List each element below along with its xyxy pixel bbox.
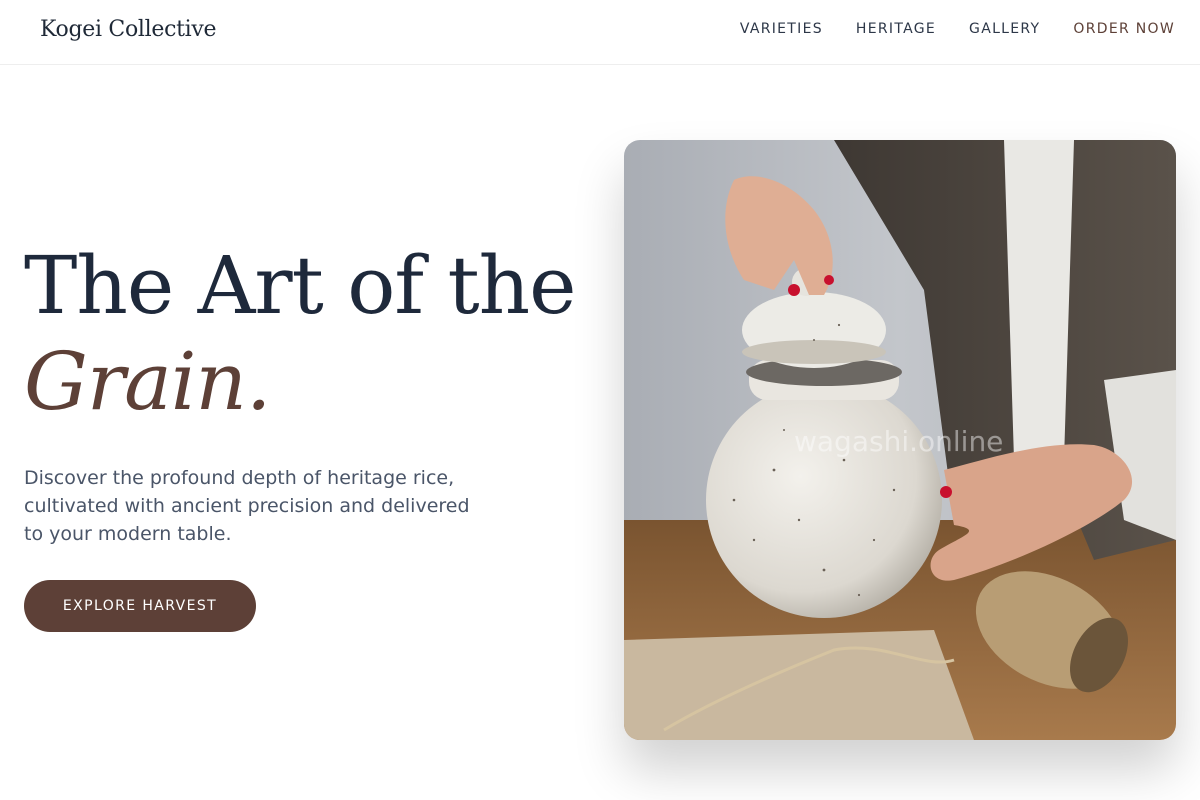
hero-heading-line-2: Grain. (24, 335, 271, 428)
hero-image-ceramic-jar: wagashi.online (624, 140, 1176, 740)
main-nav: VARIETIES HERITAGE GALLERY ORDER NOW (740, 21, 1175, 37)
top-navigation-bar: Kogei Collective VARIETIES HERITAGE GALL… (0, 0, 1200, 65)
hero-photo-illustration (624, 140, 1176, 740)
hero-description: Discover the profound depth of heritage … (24, 467, 470, 545)
explore-harvest-button[interactable]: EXPLORE HARVEST (24, 580, 256, 632)
brand-logo[interactable]: Kogei Collective (40, 17, 217, 42)
nav-link-heritage[interactable]: HERITAGE (856, 21, 936, 37)
nav-link-gallery[interactable]: GALLERY (969, 21, 1040, 37)
hero-heading-line-1: The Art of the (24, 239, 576, 332)
nav-link-varieties[interactable]: VARIETIES (740, 21, 823, 37)
nav-link-order-now[interactable]: ORDER NOW (1073, 21, 1175, 37)
hero-heading: The Art of the Grain. (24, 238, 576, 430)
